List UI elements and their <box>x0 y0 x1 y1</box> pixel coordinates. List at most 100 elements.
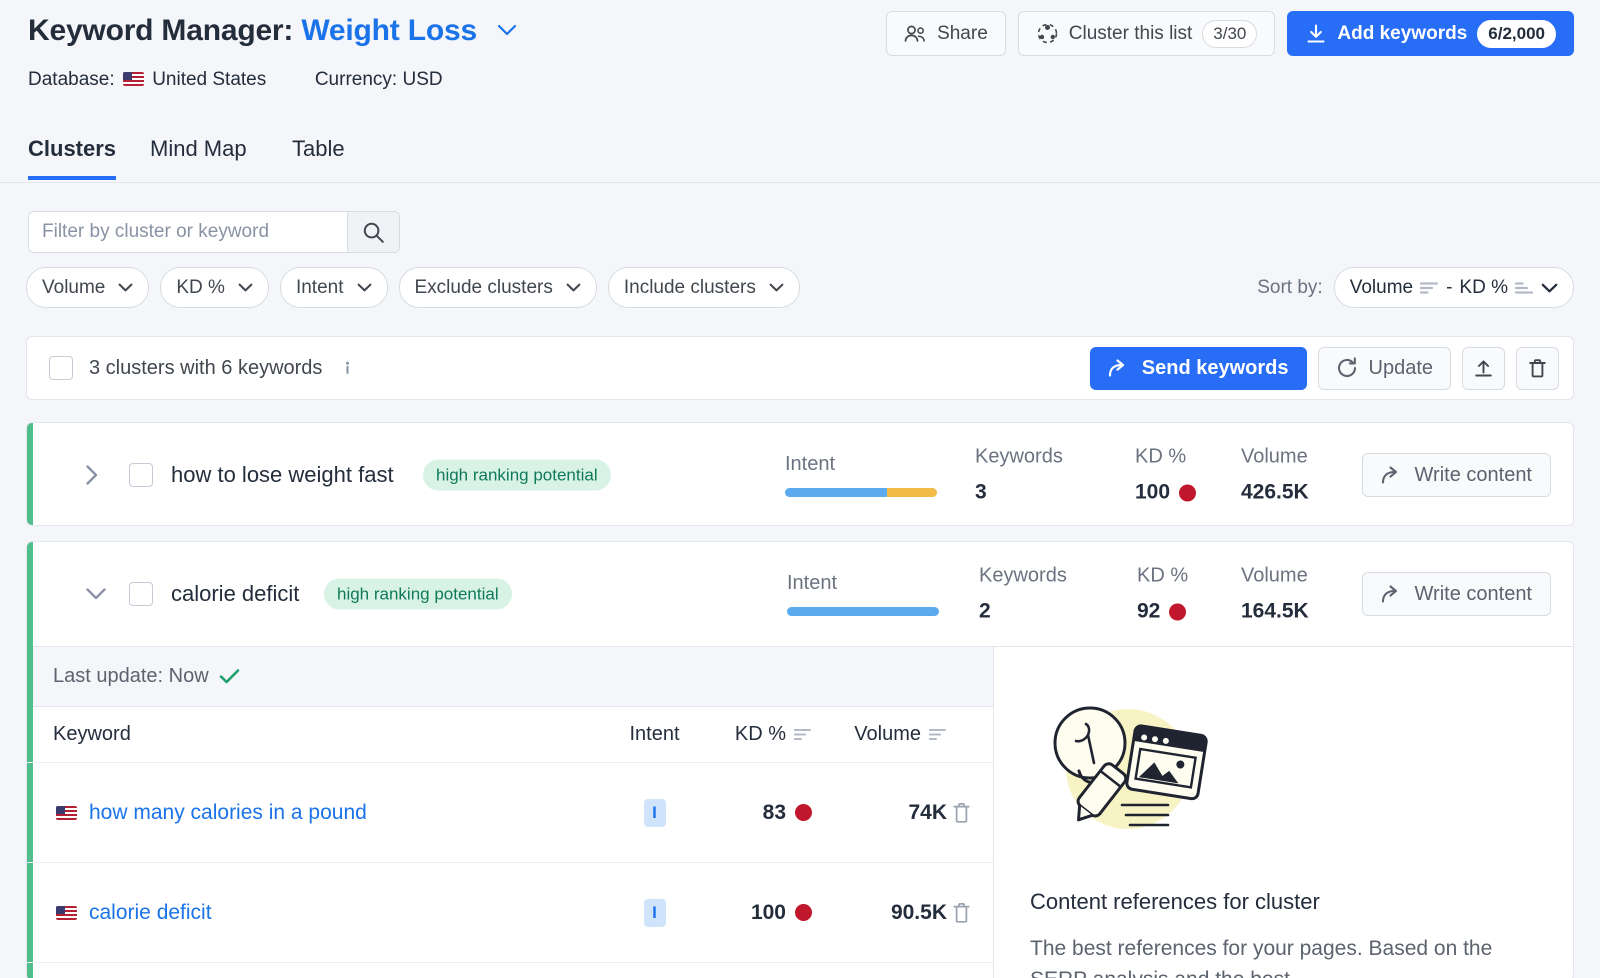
search-button[interactable] <box>347 212 399 252</box>
cluster-row[interactable]: calorie deficit high ranking potential I… <box>27 542 1573 646</box>
keyword-volume-value: 90.5K <box>890 900 947 924</box>
keyword-intent-cell: I <box>607 798 702 827</box>
cluster-row[interactable]: how to lose weight fast high ranking pot… <box>27 423 1573 525</box>
send-arrow-icon <box>1381 584 1404 604</box>
cluster-checkbox[interactable] <box>129 463 153 487</box>
intent-segment-informational <box>787 607 939 616</box>
cluster-keywords-value: 3 <box>975 480 987 504</box>
sort-secondary-label: KD % <box>1459 276 1508 298</box>
cluster-this-list-button[interactable]: Cluster this list 3/30 <box>1017 11 1276 56</box>
intent-badge[interactable]: I <box>643 798 666 827</box>
cluster-volume-value: 426.5K <box>1241 480 1309 504</box>
column-header-volume[interactable]: Volume <box>817 723 947 746</box>
cluster-badge: high ranking potential <box>324 578 512 610</box>
chevron-down-icon <box>566 283 581 292</box>
select-all-checkbox[interactable] <box>49 356 73 380</box>
kd-difficulty-dot <box>1179 484 1197 501</box>
cluster-detail: Last update: Now Keyword Intent KD % Vol… <box>27 646 1573 978</box>
send-keywords-button[interactable]: Send keywords <box>1089 346 1307 390</box>
search-input[interactable] <box>29 212 347 252</box>
database-label: Database: <box>28 69 115 90</box>
kd-difficulty-dot <box>1169 603 1187 620</box>
us-flag-icon <box>122 72 144 86</box>
filter-include-clusters-label: Include clusters <box>623 276 756 298</box>
cluster-badge: high ranking potential <box>423 459 611 491</box>
keyword-intent-cell: I <box>607 898 702 927</box>
cluster-keywords-metric: Keywords 2 <box>979 565 1067 624</box>
cluster-kd-label: KD % <box>1135 445 1187 468</box>
chevron-down-icon[interactable] <box>497 24 517 36</box>
kd-difficulty-dot <box>795 904 812 921</box>
currency-label: Currency: <box>314 69 398 90</box>
keyword-kd-value: 83 <box>762 800 786 824</box>
sort-by-label: Sort by: <box>1257 276 1323 298</box>
write-content-button[interactable]: Write content <box>1361 572 1551 616</box>
cluster-card: how to lose weight fast high ranking pot… <box>26 422 1574 526</box>
keyword-cell: calorie deficit <box>53 901 212 925</box>
add-keywords-button[interactable]: Add keywords 6/2,000 <box>1287 11 1574 56</box>
sort-icon <box>929 728 947 741</box>
keyword-list-name[interactable]: Weight Loss <box>301 14 477 47</box>
send-keywords-label: Send keywords <box>1141 356 1289 379</box>
keyword-delete-button[interactable] <box>952 802 982 823</box>
filter-volume[interactable]: Volume <box>26 267 150 308</box>
filter-include-clusters[interactable]: Include clusters <box>607 267 800 308</box>
intent-distribution-bar <box>785 488 937 497</box>
chevron-down-icon <box>769 283 784 292</box>
cluster-expand-icon[interactable] <box>85 464 99 486</box>
filter-kd[interactable]: KD % <box>160 267 269 308</box>
filter-kd-label: KD % <box>176 276 225 298</box>
check-icon <box>219 668 240 685</box>
tab-clusters[interactable]: Clusters <box>28 136 117 180</box>
filter-search-box[interactable] <box>28 211 400 253</box>
cluster-collapse-icon[interactable] <box>85 587 107 601</box>
cluster-this-list-label: Cluster this list <box>1068 22 1193 44</box>
keyword-kd-cell: 100 <box>702 901 812 925</box>
update-button[interactable]: Update <box>1317 346 1451 390</box>
write-content-label: Write content <box>1414 463 1532 486</box>
page-header: Keyword Manager: Weight Loss Database: U… <box>0 0 1600 125</box>
delete-button[interactable] <box>1516 346 1559 390</box>
us-flag-icon <box>56 905 77 920</box>
export-button[interactable] <box>1462 346 1505 390</box>
keyword-delete-button[interactable] <box>952 902 982 923</box>
keyword-row: calorie deficit I 100 90.5K <box>27 863 993 963</box>
us-flag-icon <box>56 805 77 820</box>
cluster-card: calorie deficit high ranking potential I… <box>26 541 1574 978</box>
keyword-link[interactable]: calorie deficit <box>89 901 212 925</box>
cluster-volume-value: 164.5K <box>1241 599 1309 623</box>
page-subtitle: Database: United States Currency: USD <box>28 69 443 91</box>
currency-value: USD <box>402 69 443 90</box>
keyword-volume-value: 74K <box>908 800 947 824</box>
tab-table[interactable]: Table <box>292 136 345 176</box>
add-keywords-label: Add keywords <box>1337 22 1468 44</box>
write-content-button[interactable]: Write content <box>1361 453 1551 497</box>
intent-badge[interactable]: I <box>643 898 666 927</box>
upload-icon <box>1473 358 1494 379</box>
content-references-panel: Content references for cluster The best … <box>994 647 1573 978</box>
cluster-checkbox[interactable] <box>129 582 153 606</box>
view-tabs: Clusters Mind Map Table <box>0 126 1600 183</box>
sort-controls: Sort by: Volume - KD % <box>1257 267 1574 308</box>
sort-by-dropdown[interactable]: Volume - KD % <box>1333 267 1574 308</box>
share-button[interactable]: Share <box>886 11 1006 56</box>
filter-exclude-clusters[interactable]: Exclude clusters <box>398 267 597 308</box>
keyword-table-header: Keyword Intent KD % Volume <box>27 707 993 763</box>
column-header-intent: Intent <box>607 723 702 746</box>
tab-mind-map[interactable]: Mind Map <box>150 136 247 176</box>
cluster-keywords-label: Keywords <box>979 564 1067 587</box>
filter-intent[interactable]: Intent <box>279 267 388 308</box>
keyword-link[interactable]: how many calories in a pound <box>89 801 367 825</box>
intent-segment-informational <box>785 488 887 497</box>
sort-asc-icon <box>1515 281 1534 295</box>
cluster-keywords-value: 2 <box>979 599 991 623</box>
column-header-kd[interactable]: KD % <box>702 723 812 746</box>
info-icon[interactable] <box>338 359 357 378</box>
cluster-kd-value: 92 <box>1137 599 1161 623</box>
add-keywords-count-badge: 6/2,000 <box>1477 19 1556 48</box>
cluster-kd-value-wrap: 92 <box>1137 600 1188 624</box>
cluster-volume-metric: Volume 164.5K <box>1241 565 1309 624</box>
content-references-body: The best references for your pages. Base… <box>1030 937 1493 978</box>
chevron-down-icon <box>1541 283 1558 293</box>
filter-dropdowns: Volume KD % Intent Exclude clusters Incl… <box>26 267 800 308</box>
